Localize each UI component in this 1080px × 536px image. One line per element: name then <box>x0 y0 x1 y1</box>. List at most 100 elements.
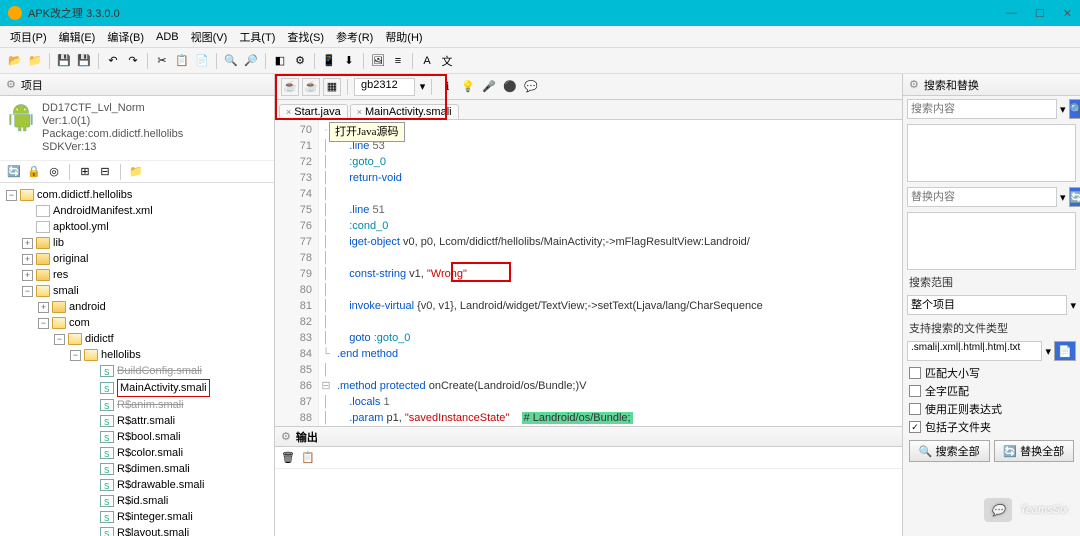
search-results[interactable] <box>907 124 1076 182</box>
tree-item[interactable]: R$bool.smali <box>2 429 272 445</box>
trans-icon[interactable]: 文 <box>438 52 456 70</box>
menu-item[interactable]: 编辑(E) <box>55 27 100 47</box>
output-area[interactable] <box>275 469 902 536</box>
tree-item[interactable]: +original <box>2 251 272 267</box>
gear-icon[interactable]: ⚙ <box>6 78 16 91</box>
collapse-icon[interactable]: ⊟ <box>97 164 113 180</box>
tree-toggle[interactable]: + <box>38 302 49 313</box>
copy-icon[interactable]: 📋 <box>301 451 315 464</box>
tree-item[interactable]: R$id.smali <box>2 493 272 509</box>
tree-label[interactable]: R$integer.smali <box>117 509 193 525</box>
tree-item[interactable]: + android <box>2 299 272 315</box>
tree-label[interactable]: AndroidManifest.xml <box>53 203 153 219</box>
tree-label[interactable]: R$color.smali <box>117 445 183 461</box>
close-icon[interactable]: × <box>286 107 291 117</box>
compile2-icon[interactable]: ☕ <box>302 78 320 96</box>
checkbox[interactable] <box>909 367 921 379</box>
tree-item[interactable]: R$dimen.smali <box>2 461 272 477</box>
char-icon[interactable]: A <box>418 52 436 70</box>
gear-icon[interactable]: ⚙ <box>281 430 291 443</box>
info-icon[interactable]: ℹ <box>438 78 456 96</box>
tree-label[interactable]: MainActivity.smali <box>117 379 210 397</box>
editor-tab[interactable]: ×Start.java <box>279 104 348 119</box>
tree-toggle[interactable]: − <box>70 350 81 361</box>
ref-icon[interactable]: 🔄 <box>6 164 22 180</box>
tree-toggle[interactable]: − <box>22 286 33 297</box>
option-row[interactable]: 全字匹配 <box>903 382 1080 400</box>
tree-label[interactable]: R$id.smali <box>117 493 168 509</box>
tree-label[interactable]: lib <box>53 235 64 251</box>
replace-all-button[interactable]: 🔄替换全部 <box>994 440 1075 462</box>
tree-item[interactable]: AndroidManifest.xml <box>2 203 272 219</box>
tree-label[interactable]: R$layout.smali <box>117 525 189 536</box>
tree-label[interactable]: BuildConfig.smali <box>117 363 202 379</box>
replace-results[interactable] <box>907 212 1076 270</box>
tree-item[interactable]: − smali <box>2 283 272 299</box>
option-row[interactable]: 匹配大小写 <box>903 364 1080 382</box>
close-button[interactable]: ✕ <box>1063 7 1072 20</box>
tree-label[interactable]: R$drawable.smali <box>117 477 204 493</box>
compile-icon[interactable]: ☕ <box>281 78 299 96</box>
option-row[interactable]: ✓包括子文件夹 <box>903 418 1080 436</box>
paste-icon[interactable]: 📄 <box>193 52 211 70</box>
tree-item[interactable]: −com <box>2 315 272 331</box>
menu-item[interactable]: 视图(V) <box>187 27 232 47</box>
weibo-icon[interactable]: ⚫ <box>501 78 519 96</box>
menu-item[interactable]: 编译(B) <box>103 27 148 47</box>
tree-label[interactable]: R$dimen.smali <box>117 461 190 477</box>
tree-label[interactable]: com.didictf.hellolibs <box>37 187 132 203</box>
hex-icon[interactable]: ▦ <box>323 78 341 96</box>
editor-tab[interactable]: ×MainActivity.smali <box>350 104 459 119</box>
filetype-select[interactable]: .smali|.xml|.html|.htm|.txt <box>907 341 1042 361</box>
tree-toggle[interactable]: + <box>22 270 33 281</box>
tree-toggle[interactable]: − <box>54 334 65 345</box>
encoding-select[interactable]: gb2312 <box>354 78 415 96</box>
loc-icon[interactable]: ◎ <box>46 164 62 180</box>
mic-icon[interactable]: 🎤 <box>480 78 498 96</box>
open2-icon[interactable]: 📁 <box>26 52 44 70</box>
open-icon[interactable]: 📂 <box>6 52 24 70</box>
close-icon[interactable]: × <box>357 107 362 117</box>
gear-icon[interactable]: ⚙ <box>909 78 919 91</box>
fold-column[interactable]: ·│││││││││││││└│⊟│││││││││ <box>319 120 333 426</box>
tree-item[interactable]: + lib <box>2 235 272 251</box>
tree-label[interactable]: original <box>53 251 88 267</box>
install-icon[interactable]: ⬇ <box>340 52 358 70</box>
cube-icon[interactable]: ◧ <box>271 52 289 70</box>
tree-toggle[interactable]: + <box>22 238 33 249</box>
tree-label[interactable]: smali <box>53 283 79 299</box>
tree-label[interactable]: hellolibs <box>101 347 141 363</box>
cut-icon[interactable]: ✂ <box>153 52 171 70</box>
cog-icon[interactable]: ⚙ <box>291 52 309 70</box>
menu-item[interactable]: 查找(S) <box>283 27 328 47</box>
tree-label[interactable]: res <box>53 267 68 283</box>
lock-icon[interactable]: 🔒 <box>26 164 42 180</box>
expand-icon[interactable]: ⊞ <box>77 164 93 180</box>
code-area[interactable]: .line 53 :goto_0 return-void .line 51 :c… <box>333 120 902 426</box>
qq-icon[interactable]: 💬 <box>522 78 540 96</box>
option-row[interactable]: 使用正则表达式 <box>903 400 1080 418</box>
tree-label[interactable]: R$bool.smali <box>117 429 181 445</box>
tree-label[interactable]: android <box>69 299 106 315</box>
tree-label[interactable]: R$anim.smali <box>117 397 184 413</box>
tree-label[interactable]: apktool.yml <box>53 219 109 235</box>
xml-icon[interactable]: ≡ <box>389 52 407 70</box>
phone-icon[interactable]: 📱 <box>320 52 338 70</box>
search-go-button[interactable]: 🔍 <box>1069 99 1080 119</box>
saveall-icon[interactable]: 💾 <box>75 52 93 70</box>
tree-item[interactable]: R$anim.smali <box>2 397 272 413</box>
search-all-button[interactable]: 🔍搜索全部 <box>909 440 990 462</box>
tree-toggle[interactable]: − <box>38 318 49 329</box>
redo-icon[interactable]: ↷ <box>124 52 142 70</box>
scope-select[interactable]: 整个项目 <box>907 295 1067 315</box>
menu-item[interactable]: 工具(T) <box>235 27 279 47</box>
tree-item[interactable]: apktool.yml <box>2 219 272 235</box>
tree-toggle[interactable]: − <box>6 190 17 201</box>
tree-item[interactable]: + res <box>2 267 272 283</box>
menu-item[interactable]: 项目(P) <box>6 27 51 47</box>
replace-input[interactable] <box>907 187 1057 207</box>
code-editor[interactable]: 打开Java源码 7071727374757677787980818283848… <box>275 120 902 426</box>
tree-item[interactable]: R$attr.smali <box>2 413 272 429</box>
tree-item[interactable]: BuildConfig.smali <box>2 363 272 379</box>
tree-item[interactable]: − hellolibs <box>2 347 272 363</box>
